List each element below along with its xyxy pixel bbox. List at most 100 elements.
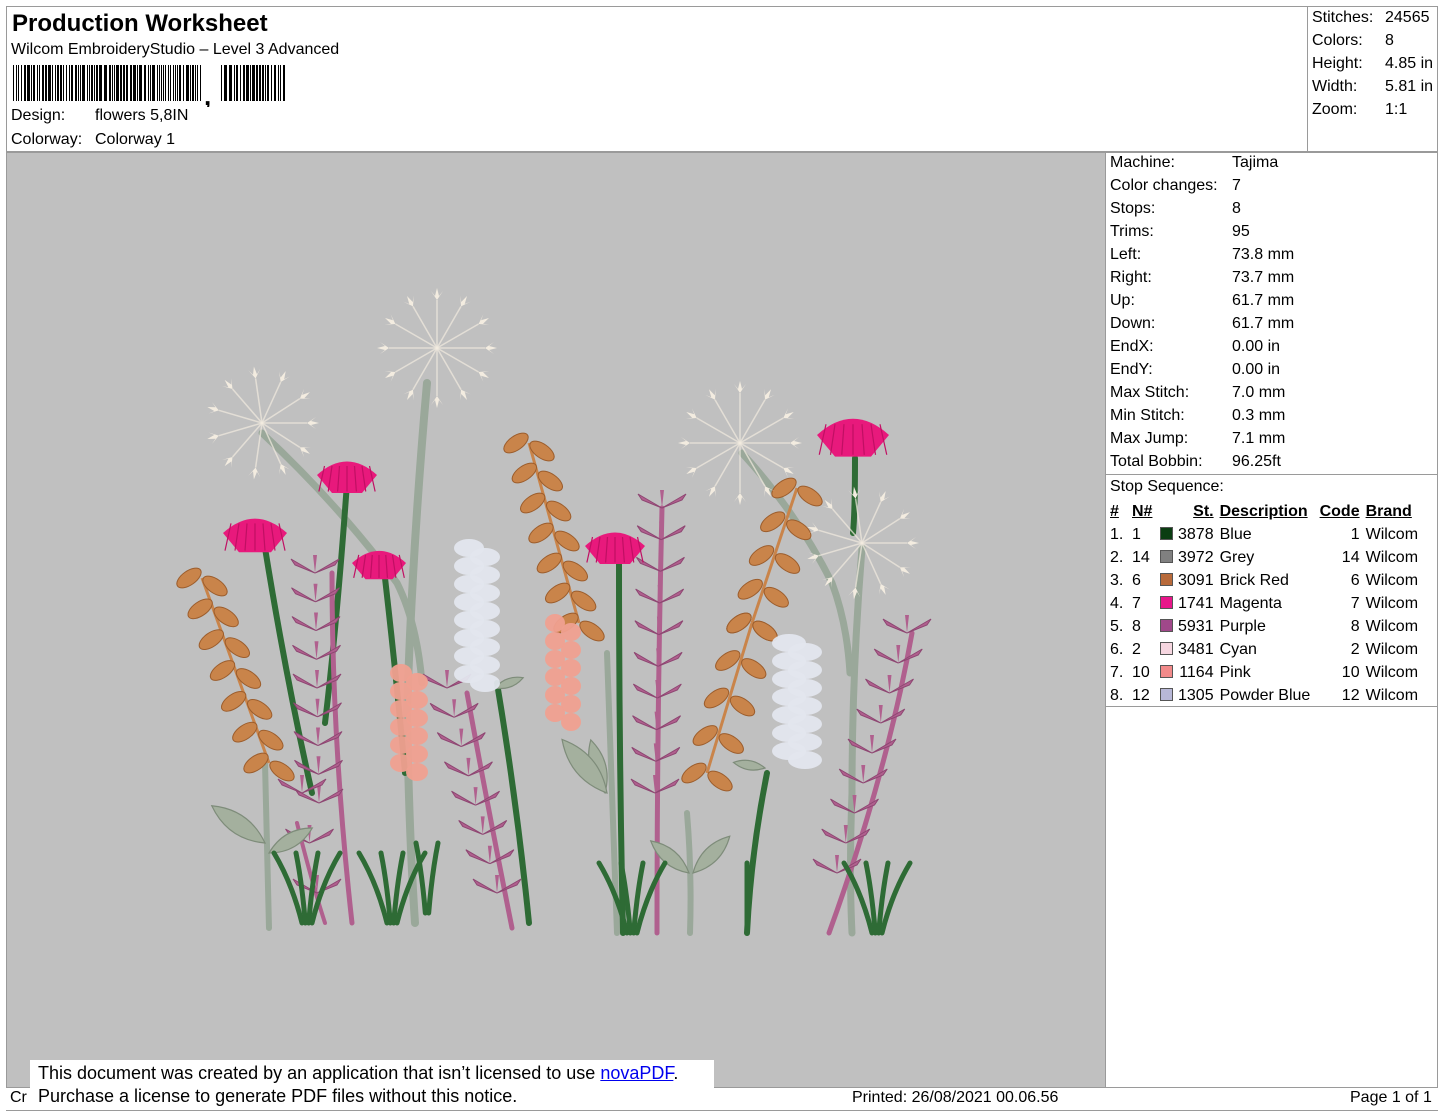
swatch-box bbox=[1160, 526, 1173, 540]
swatch-box bbox=[1160, 549, 1173, 563]
col-st: St. bbox=[1193, 503, 1214, 520]
color-swatch bbox=[1160, 569, 1178, 592]
row-needle: 1 bbox=[1132, 525, 1141, 543]
swatch-box bbox=[1160, 595, 1173, 609]
row-description: Purple bbox=[1219, 617, 1266, 635]
stop-sequence-title: Stop Sequence: bbox=[1110, 478, 1224, 495]
license-notice-line1: This document was created by an applicat… bbox=[38, 1063, 679, 1083]
row-stitches: 3972 bbox=[1178, 548, 1214, 566]
max-stitch-row: Max Stitch: 7.0 mm bbox=[1110, 384, 1286, 401]
row-num: 4. bbox=[1110, 594, 1124, 612]
row-brand: Wilcom bbox=[1365, 571, 1419, 589]
license-notice-line2: Purchase a license to generate PDF files… bbox=[38, 1086, 518, 1106]
color-swatch bbox=[1160, 615, 1178, 638]
color-swatch bbox=[1160, 684, 1178, 707]
color-swatch bbox=[1160, 638, 1178, 661]
col-description: Description bbox=[1219, 503, 1308, 520]
row-code: 10 bbox=[1341, 663, 1360, 681]
row-code: 2 bbox=[1350, 640, 1360, 658]
table-row: 8. 12 1305 Powder Blue 12 Wilcom bbox=[1110, 684, 1436, 707]
stat-stitches: Stitches: 24565 bbox=[1312, 9, 1430, 26]
machine-row: Machine: Tajima bbox=[1110, 154, 1279, 171]
page-title: Production Worksheet bbox=[12, 10, 268, 37]
min-stitch-row: Min Stitch: 0.3 mm bbox=[1110, 407, 1286, 424]
row-needle: 8 bbox=[1132, 617, 1141, 635]
row-code: 8 bbox=[1350, 617, 1360, 635]
colorway-label: Colorway: bbox=[11, 131, 83, 148]
footer-divider bbox=[6, 1110, 1438, 1111]
row-stitches: 1164 bbox=[1179, 663, 1214, 681]
row-brand: Wilcom bbox=[1365, 548, 1419, 566]
row-needle: 12 bbox=[1132, 686, 1150, 704]
design-row: Design: flowers 5,8IN bbox=[11, 107, 188, 125]
row-needle: 6 bbox=[1132, 571, 1141, 589]
row-code: 6 bbox=[1350, 571, 1360, 589]
colorway-row: Colorway: Colorway 1 bbox=[11, 131, 175, 149]
left-row: Left: 73.8 mm bbox=[1110, 246, 1295, 263]
software-name: Wilcom EmbroideryStudio – Level 3 Advanc… bbox=[11, 41, 340, 58]
color-swatch bbox=[1160, 546, 1178, 569]
table-row: 7. 10 1164 Pink 10 Wilcom bbox=[1110, 661, 1436, 684]
max-jump-row: Max Jump: 7.1 mm bbox=[1110, 430, 1286, 447]
design-value: flowers 5,8IN bbox=[95, 107, 189, 124]
row-stitches: 1741 bbox=[1178, 594, 1214, 612]
row-description: Blue bbox=[1219, 525, 1252, 543]
row-description: Grey bbox=[1219, 548, 1255, 566]
table-row: 3. 6 3091 Brick Red 6 Wilcom bbox=[1110, 569, 1436, 592]
stops-row: Stops: 8 bbox=[1110, 200, 1241, 217]
row-num: 2. bbox=[1110, 548, 1124, 566]
stat-width: Width: 5.81 in bbox=[1312, 78, 1434, 95]
novapdf-link[interactable]: novaPDF bbox=[600, 1063, 673, 1083]
license-notice: This document was created by an applicat… bbox=[30, 1060, 714, 1110]
row-code: 12 bbox=[1341, 686, 1360, 704]
swatch-box bbox=[1160, 687, 1173, 701]
col-brand: Brand bbox=[1365, 503, 1412, 520]
table-row: 1. 1 3878 Blue 1 Wilcom bbox=[1110, 523, 1436, 546]
row-num: 5. bbox=[1110, 617, 1124, 635]
stop-sequence-table: # N# St. Description Code Brand 1. 1 3878 B… bbox=[1110, 501, 1436, 707]
row-needle: 7 bbox=[1132, 594, 1141, 612]
swatch-box bbox=[1160, 664, 1173, 678]
design-label: Design: bbox=[11, 107, 66, 124]
color-changes-row: Color changes: 7 bbox=[1110, 177, 1241, 194]
row-description: Pink bbox=[1219, 663, 1251, 681]
stop-sequence: Stop Sequence: # N# St. Description Code… bbox=[1106, 475, 1438, 707]
row-brand: Wilcom bbox=[1365, 525, 1419, 543]
table-header-row: # N# St. Description Code Brand bbox=[1110, 501, 1436, 523]
stat-height: Height: 4.85 in bbox=[1312, 55, 1434, 72]
row-stitches: 5931 bbox=[1178, 617, 1214, 635]
color-swatch bbox=[1160, 661, 1178, 684]
color-swatch bbox=[1160, 592, 1178, 615]
design-preview bbox=[6, 152, 1106, 1088]
row-brand: Wilcom bbox=[1365, 640, 1419, 658]
colorway-value: Colorway 1 bbox=[95, 131, 176, 148]
machine-details: Machine: Tajima Color changes: 7 Stops: 8 T… bbox=[1106, 153, 1438, 475]
embroidery-design-image bbox=[176, 288, 932, 937]
row-description: Brick Red bbox=[1219, 571, 1289, 589]
row-brand: Wilcom bbox=[1365, 617, 1419, 635]
row-num: 1. bbox=[1110, 525, 1124, 543]
row-needle: 10 bbox=[1132, 663, 1150, 681]
row-brand: Wilcom bbox=[1365, 686, 1419, 704]
row-num: 7. bbox=[1110, 663, 1124, 681]
row-brand: Wilcom bbox=[1365, 663, 1419, 681]
swatch-box bbox=[1160, 572, 1173, 586]
table-row: 6. 2 3481 Cyan 2 Wilcom bbox=[1110, 638, 1436, 661]
col-n: N# bbox=[1132, 503, 1153, 520]
swatch-box bbox=[1160, 641, 1173, 655]
stat-zoom: Zoom: 1:1 bbox=[1312, 101, 1408, 118]
col-swatch bbox=[1160, 501, 1178, 523]
endx-row: EndX: 0.00 in bbox=[1110, 338, 1281, 355]
table-row: 4. 7 1741 Magenta 7 Wilcom bbox=[1110, 592, 1436, 615]
up-row: Up: 61.7 mm bbox=[1110, 292, 1295, 309]
page-number: Page 1 of 1 bbox=[1350, 1089, 1432, 1106]
row-num: 3. bbox=[1110, 571, 1124, 589]
endy-row: EndY: 0.00 in bbox=[1110, 361, 1281, 378]
col-num: # bbox=[1110, 503, 1119, 520]
row-code: 7 bbox=[1350, 594, 1360, 612]
table-row: 5. 8 5931 Purple 8 Wilcom bbox=[1110, 615, 1436, 638]
printed-timestamp: Printed: 26/08/2021 00.06.56 bbox=[852, 1089, 1059, 1106]
header-info: Production Worksheet Wilcom EmbroiderySt… bbox=[7, 7, 1307, 151]
barcode-image: , bbox=[13, 65, 285, 107]
total-bobbin-row: Total Bobbin: 96.25ft bbox=[1110, 453, 1281, 470]
